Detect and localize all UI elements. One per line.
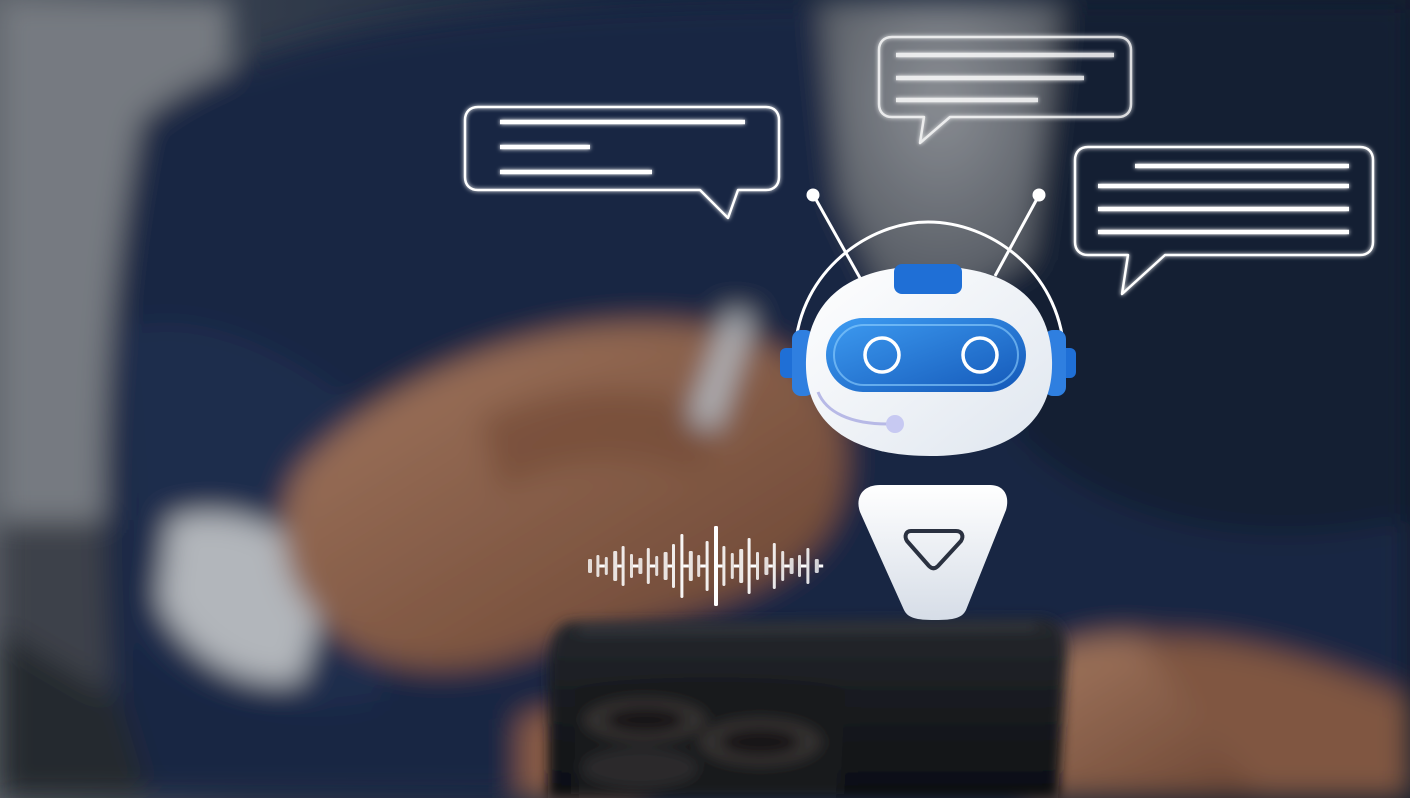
sound-wave-link <box>733 564 740 568</box>
sound-wave-bar <box>621 546 625 586</box>
sound-wave-link <box>599 564 605 568</box>
sound-wave-bar <box>756 552 759 580</box>
sound-wave-bar <box>688 551 693 581</box>
sound-wave-bar <box>697 555 701 577</box>
sound-wave-bar <box>672 544 675 588</box>
sound-wave-link <box>617 564 622 568</box>
sound-wave-bar <box>604 557 608 575</box>
sound-wave-bar <box>747 538 751 594</box>
sound-wave-bar <box>596 555 600 577</box>
sound-wave-bar <box>798 555 801 577</box>
sound-wave-bar <box>680 534 684 598</box>
sound-wave-bar <box>646 548 650 584</box>
sound-wave-bar <box>806 548 810 584</box>
sound-wave-bar <box>613 551 618 581</box>
sound-wave-bar <box>588 559 592 573</box>
sound-wave-bar <box>739 549 744 583</box>
sound-wave-bar <box>764 557 769 575</box>
sound-wave-link <box>818 564 824 568</box>
sound-wave-bar <box>663 552 668 580</box>
sound-wave-bar <box>655 556 659 576</box>
sound-wave-bar <box>789 558 794 574</box>
sound-wave-bar <box>772 543 776 589</box>
sound-wave-link <box>768 564 773 568</box>
sound-wave-link <box>667 564 672 568</box>
sound-wave-link <box>649 564 656 568</box>
sound-wave-bar <box>722 546 726 586</box>
sound-wave-bar <box>630 554 633 578</box>
sound-wave-bar <box>714 526 718 606</box>
sound-wave-link <box>718 564 723 568</box>
sound-wave-link <box>750 564 756 568</box>
sound-wave-bar <box>814 559 819 573</box>
sound-wave-link <box>633 564 639 568</box>
sound-wave-bar <box>638 558 643 574</box>
sound-wave-link <box>784 564 790 568</box>
sound-wave-link <box>700 564 706 568</box>
chatbot-illustration <box>0 0 1410 798</box>
hero-image <box>0 0 1410 798</box>
sound-wave-bar <box>705 541 709 591</box>
sound-wave-bar <box>730 553 734 579</box>
sound-wave-link <box>683 564 689 568</box>
sound-wave-link <box>801 564 807 568</box>
sound-wave-bar <box>781 551 785 581</box>
